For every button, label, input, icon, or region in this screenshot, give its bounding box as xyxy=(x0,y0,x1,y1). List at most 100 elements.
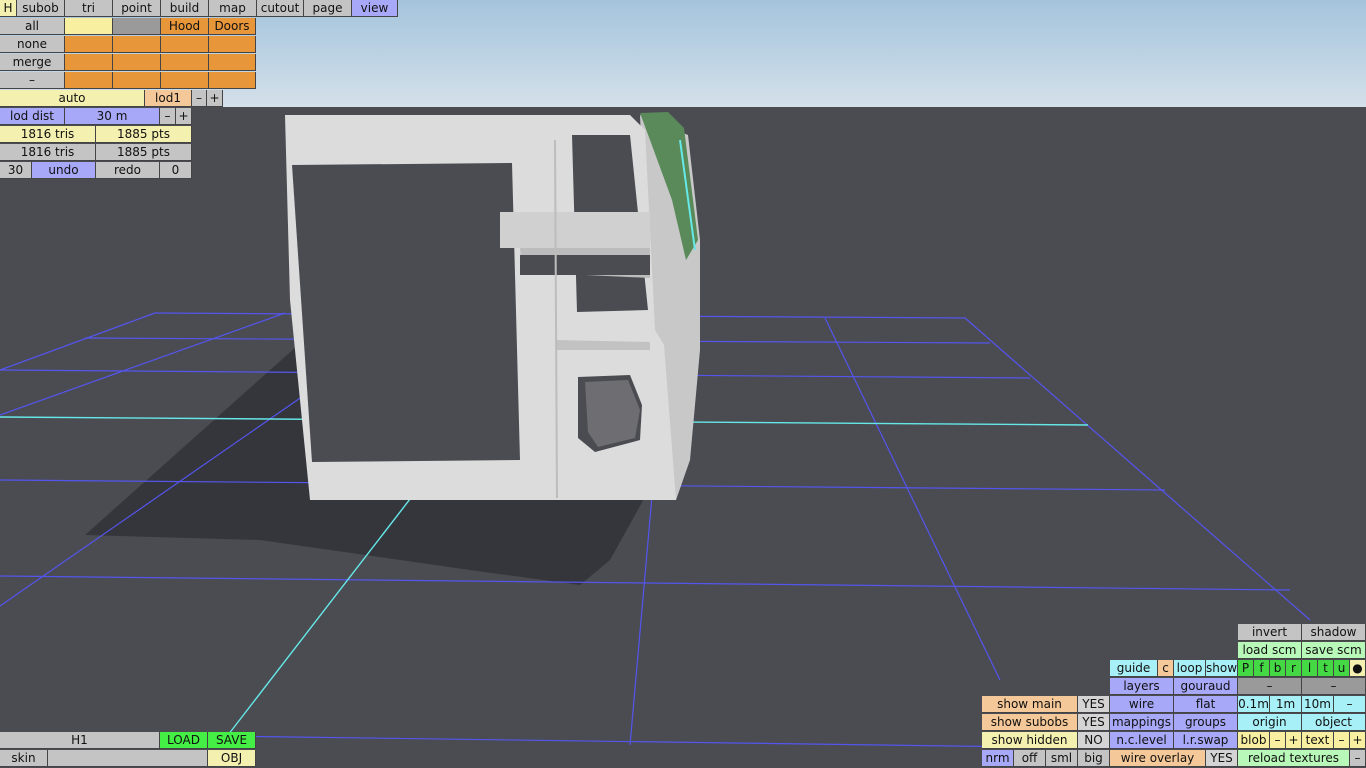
view-r-button[interactable]: r xyxy=(1286,660,1302,677)
subobject-slot[interactable] xyxy=(209,36,256,53)
layers-button[interactable]: layers xyxy=(1110,678,1174,695)
load-scm-button[interactable]: load scm xyxy=(1238,642,1302,659)
subobject-slot[interactable] xyxy=(161,54,209,71)
show-subobs-label: show subobs xyxy=(982,714,1078,731)
subobject-slot[interactable] xyxy=(65,36,113,53)
grid-10m-button[interactable]: 10m xyxy=(1302,696,1334,713)
lod-increase-button[interactable]: + xyxy=(207,90,223,107)
subobject-slot[interactable] xyxy=(65,54,113,71)
subobject-slot[interactable] xyxy=(113,72,161,89)
mode-map-button[interactable]: map xyxy=(209,0,257,17)
groups-button[interactable]: groups xyxy=(1174,714,1238,731)
subobject-slot[interactable] xyxy=(209,72,256,89)
subobject-slot[interactable] xyxy=(161,72,209,89)
lr-swap-button[interactable]: l.r.swap xyxy=(1174,732,1238,749)
point-count: 1885 pts xyxy=(96,126,192,143)
gouraud-button[interactable]: gouraud xyxy=(1174,678,1238,695)
grid-1m-button[interactable]: 1m xyxy=(1270,696,1302,713)
save-scm-button[interactable]: save scm xyxy=(1302,642,1366,659)
wire-overlay-label: wire overlay xyxy=(1110,750,1206,767)
skin-field[interactable] xyxy=(48,750,208,767)
flat-button[interactable]: flat xyxy=(1174,696,1238,713)
tri-count-total: 1816 tris xyxy=(0,144,96,161)
view-t-button[interactable]: t xyxy=(1318,660,1334,677)
text-increase-button[interactable]: + xyxy=(1350,732,1366,749)
point-count-total: 1885 pts xyxy=(96,144,192,161)
mode-point-button[interactable]: point xyxy=(113,0,161,17)
origin-button[interactable]: origin xyxy=(1238,714,1302,731)
subobject-doors[interactable]: Doors xyxy=(209,18,256,35)
size-sml-button[interactable]: sml xyxy=(1046,750,1078,767)
view-p-button[interactable]: P xyxy=(1238,660,1254,677)
blob-increase-button[interactable]: + xyxy=(1286,732,1302,749)
lod-dist-value[interactable]: 30 m xyxy=(65,108,160,125)
select-all-button[interactable]: all xyxy=(0,18,65,35)
3d-viewport[interactable] xyxy=(0,0,1366,768)
size-big-button[interactable]: big xyxy=(1078,750,1110,767)
grid-0-1m-button[interactable]: 0.1m xyxy=(1238,696,1270,713)
undo-button[interactable]: undo xyxy=(32,162,96,179)
subobject-slot-main[interactable] xyxy=(65,18,113,35)
dash-button[interactable]: – xyxy=(1238,678,1302,695)
text-button[interactable]: text xyxy=(1302,732,1334,749)
subobject-slot[interactable] xyxy=(65,72,113,89)
mode-page-button[interactable]: page xyxy=(304,0,352,17)
nc-level-button[interactable]: n.c.level xyxy=(1110,732,1174,749)
shadow-button[interactable]: shadow xyxy=(1302,624,1366,641)
view-dot-icon[interactable]: ● xyxy=(1350,660,1366,677)
select-none-button[interactable]: none xyxy=(0,36,65,53)
model-name-field[interactable]: H1 xyxy=(0,732,160,749)
subobject-slot[interactable] xyxy=(113,36,161,53)
load-button[interactable]: LOAD xyxy=(160,732,208,749)
mode-view-button[interactable]: view xyxy=(352,0,398,17)
mode-cutout-button[interactable]: cutout xyxy=(257,0,304,17)
lod-level-button[interactable]: lod1 xyxy=(145,90,192,107)
redo-button[interactable]: redo xyxy=(96,162,160,179)
reload-minus-button[interactable]: – xyxy=(1350,750,1366,767)
view-l-button[interactable]: l xyxy=(1302,660,1318,677)
mode-h-button[interactable]: H xyxy=(0,0,17,17)
size-off-button[interactable]: off xyxy=(1014,750,1046,767)
show-hidden-label: show hidden xyxy=(982,732,1078,749)
blob-button[interactable]: blob xyxy=(1238,732,1270,749)
view-f-button[interactable]: f xyxy=(1254,660,1270,677)
merge-button[interactable]: merge xyxy=(0,54,65,71)
obj-button[interactable]: OBJ xyxy=(208,750,256,767)
mode-build-button[interactable]: build xyxy=(161,0,209,17)
remove-button[interactable]: – xyxy=(0,72,65,89)
mappings-button[interactable]: mappings xyxy=(1110,714,1174,731)
subobject-slot[interactable] xyxy=(209,54,256,71)
mode-subob-button[interactable]: subob xyxy=(17,0,65,17)
subobject-slot[interactable] xyxy=(161,36,209,53)
grid-minus-button[interactable]: – xyxy=(1334,696,1366,713)
subobject-slot[interactable] xyxy=(113,54,161,71)
loop-button[interactable]: loop xyxy=(1174,660,1206,677)
object-button[interactable]: object xyxy=(1302,714,1366,731)
guide-button[interactable]: guide xyxy=(1110,660,1158,677)
show-main-toggle[interactable]: YES xyxy=(1078,696,1110,713)
lod-dist-increase-button[interactable]: + xyxy=(176,108,192,125)
subobject-slot-empty[interactable] xyxy=(113,18,161,35)
show-subobs-toggle[interactable]: YES xyxy=(1078,714,1110,731)
text-decrease-button[interactable]: – xyxy=(1334,732,1350,749)
show-button[interactable]: show xyxy=(1206,660,1238,677)
lod-auto-button[interactable]: auto xyxy=(0,90,145,107)
save-button[interactable]: SAVE xyxy=(208,732,256,749)
size-nrm-button[interactable]: nrm xyxy=(982,750,1014,767)
view-b-button[interactable]: b xyxy=(1270,660,1286,677)
guide-c-button[interactable]: c xyxy=(1158,660,1174,677)
lod-dist-decrease-button[interactable]: – xyxy=(160,108,176,125)
reload-textures-button[interactable]: reload textures xyxy=(1238,750,1350,767)
invert-button[interactable]: invert xyxy=(1238,624,1302,641)
mode-tri-button[interactable]: tri xyxy=(65,0,113,17)
lod-decrease-button[interactable]: – xyxy=(192,90,207,107)
wire-overlay-toggle[interactable]: YES xyxy=(1206,750,1238,767)
view-u-button[interactable]: u xyxy=(1334,660,1350,677)
subobject-hood[interactable]: Hood xyxy=(161,18,209,35)
dash-button[interactable]: – xyxy=(1302,678,1366,695)
show-hidden-toggle[interactable]: NO xyxy=(1078,732,1110,749)
wire-button[interactable]: wire xyxy=(1110,696,1174,713)
cab-model xyxy=(285,112,700,500)
blob-decrease-button[interactable]: – xyxy=(1270,732,1286,749)
show-main-label: show main xyxy=(982,696,1078,713)
